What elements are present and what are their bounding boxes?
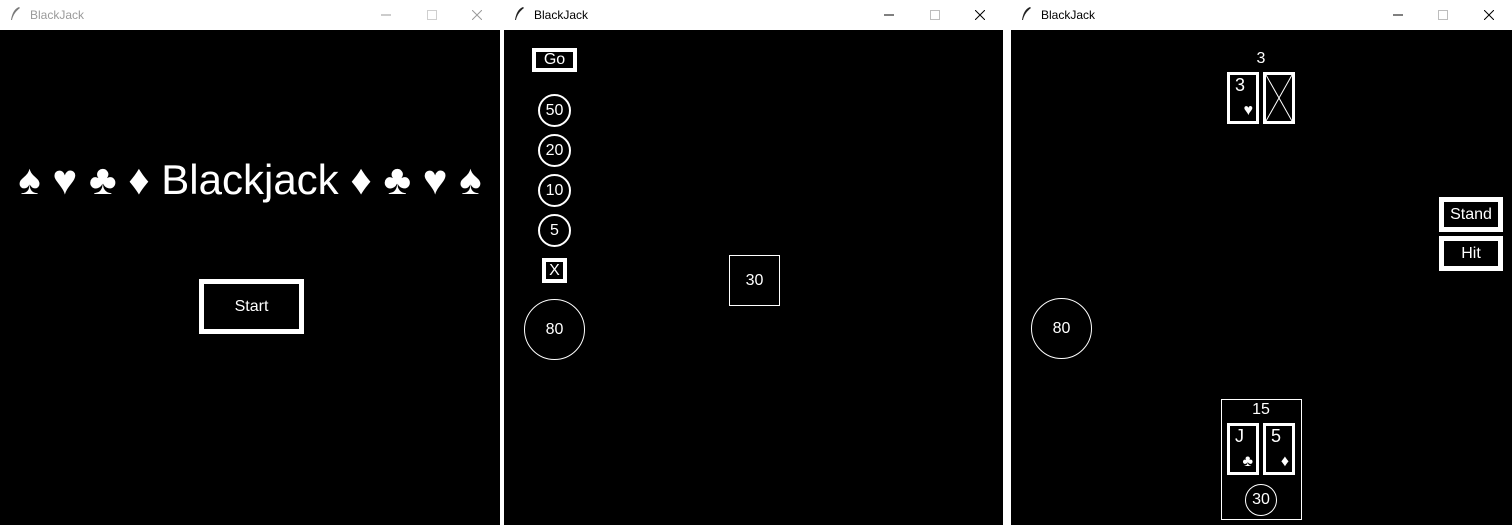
card-back-icon: [1266, 75, 1292, 121]
go-button[interactable]: Go: [532, 48, 577, 72]
card-rank: J: [1235, 426, 1244, 446]
window-play: BlackJack 3 3 ♥ Stand Hit 80 15 J ♣ 5 ♦ …: [1011, 0, 1512, 525]
feather-icon: [515, 7, 524, 20]
player-card: J ♣: [1227, 423, 1259, 475]
card-rank: 3: [1235, 75, 1246, 95]
maximize-icon: [427, 10, 437, 20]
close-icon: [975, 10, 985, 20]
minimize-icon: [884, 14, 894, 16]
chip-5[interactable]: 5: [538, 214, 571, 247]
maximize-icon: [930, 10, 940, 20]
game-canvas: Go 50 20 10 5 X 80 30: [504, 30, 1003, 525]
hit-button[interactable]: Hit: [1439, 236, 1503, 271]
card-rank: 5: [1271, 426, 1282, 446]
game-canvas: ♠ ♥ ♣ ♦ Blackjack ♦ ♣ ♥ ♠ Start: [0, 30, 500, 525]
close-button[interactable]: [454, 0, 500, 30]
title-bar[interactable]: BlackJack: [504, 0, 1003, 30]
start-button[interactable]: Start: [199, 279, 304, 334]
title-bar[interactable]: BlackJack: [0, 0, 500, 30]
chip-50[interactable]: 50: [538, 94, 571, 127]
minimize-button[interactable]: [1375, 0, 1421, 30]
window-title: BlackJack: [30, 8, 85, 22]
card-suit: ♥: [1243, 102, 1254, 119]
dealer-total: 3: [1256, 50, 1266, 67]
minimize-button[interactable]: [866, 0, 912, 30]
dealer-card-face-down: [1263, 72, 1295, 124]
chip-20[interactable]: 20: [538, 134, 571, 167]
minimize-button[interactable]: [363, 0, 409, 30]
window-title: BlackJack: [534, 8, 589, 22]
close-icon: [472, 10, 482, 20]
close-button[interactable]: [957, 0, 1003, 30]
bank-balance: 80: [1031, 298, 1092, 359]
window-start: BlackJack ♠ ♥ ♣ ♦ Blackjack ♦ ♣ ♥ ♠ Star…: [0, 0, 500, 525]
maximize-icon: [1438, 10, 1448, 20]
minimize-icon: [381, 14, 391, 16]
bank-balance: 80: [524, 299, 585, 360]
maximize-button[interactable]: [1420, 0, 1466, 30]
minimize-icon: [1393, 14, 1403, 16]
player-bet-chip: 30: [1245, 484, 1277, 516]
card-suit: ♣: [1242, 453, 1254, 470]
bet-box: 30: [729, 255, 780, 306]
feather-icon: [11, 7, 20, 20]
card-suit: ♦: [1280, 453, 1289, 470]
feather-icon: [1022, 7, 1031, 20]
chip-10[interactable]: 10: [538, 174, 571, 207]
close-button[interactable]: [1466, 0, 1512, 30]
game-canvas: 3 3 ♥ Stand Hit 80 15 J ♣ 5 ♦ 30: [1011, 30, 1512, 525]
dealer-card: 3 ♥: [1227, 72, 1259, 124]
player-card: 5 ♦: [1263, 423, 1295, 475]
title-bar[interactable]: BlackJack: [1011, 0, 1512, 30]
game-banner: ♠ ♥ ♣ ♦ Blackjack ♦ ♣ ♥ ♠: [18, 156, 482, 203]
clear-bet-button[interactable]: X: [542, 258, 567, 283]
maximize-button[interactable]: [912, 0, 958, 30]
window-betting: BlackJack Go 50 20 10 5 X 80 30: [504, 0, 1003, 525]
player-total: 15: [1252, 401, 1270, 418]
window-title: BlackJack: [1041, 8, 1096, 22]
close-icon: [1484, 10, 1494, 20]
stand-button[interactable]: Stand: [1439, 197, 1503, 232]
maximize-button[interactable]: [409, 0, 455, 30]
